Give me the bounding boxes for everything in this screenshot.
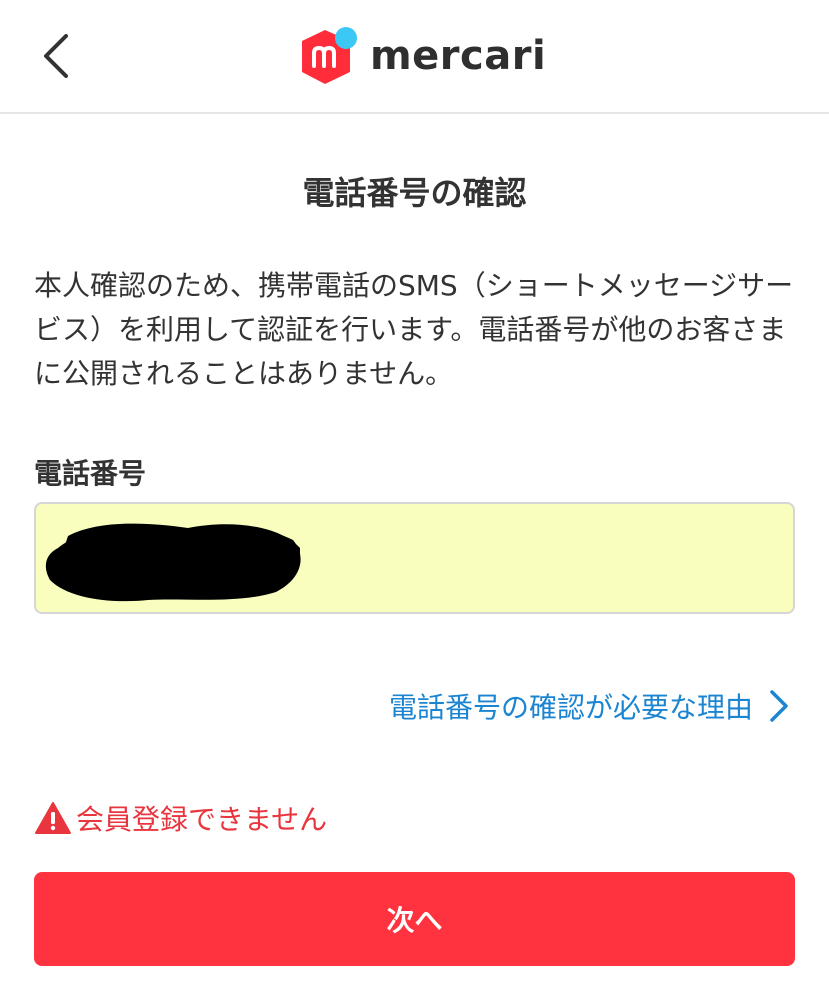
reason-link-label: 電話番号の確認が必要な理由 — [388, 691, 753, 724]
phone-number-field[interactable] — [34, 502, 795, 614]
next-button-label: 次へ — [386, 905, 443, 936]
mercari-box-icon — [302, 27, 357, 84]
sms-description: 本人確認のため、携帯電話のSMS（ショートメッセージサービス）を利用して認証を行… — [34, 269, 794, 390]
back-button[interactable] — [30, 28, 80, 84]
warning-icon — [35, 802, 71, 834]
error-text: 会員登録できません — [76, 803, 328, 836]
chevron-right-icon — [769, 689, 789, 723]
reason-link[interactable]: 電話番号の確認が必要な理由 — [389, 684, 789, 728]
logo-wordmark: mercari — [370, 33, 547, 79]
phone-field-label: 電話番号 — [34, 457, 147, 490]
page-title: 電話番号の確認 — [302, 174, 527, 212]
chevron-left-icon — [44, 34, 68, 78]
next-button[interactable]: 次へ — [34, 872, 795, 966]
phone-number-input[interactable] — [36, 504, 793, 612]
error-message: 会員登録できません — [34, 796, 327, 840]
app-header: mercari — [0, 0, 829, 114]
mercari-logo: mercari — [298, 26, 546, 86]
